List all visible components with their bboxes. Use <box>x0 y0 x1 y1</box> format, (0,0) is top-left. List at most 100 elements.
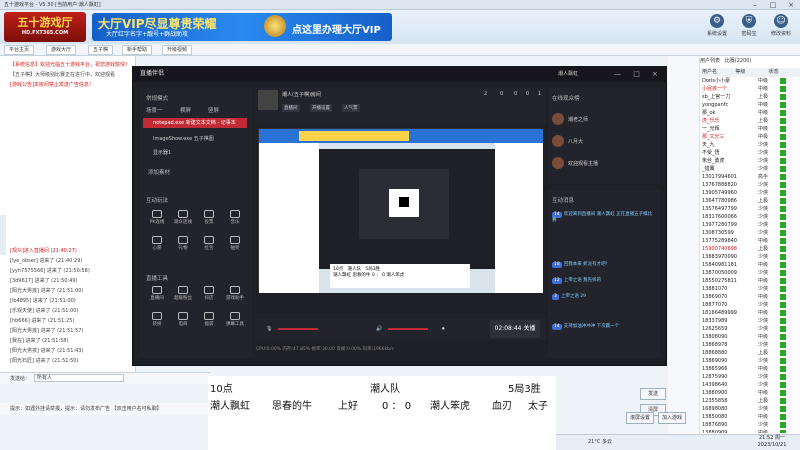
user-row[interactable]: 12625659 少侠 <box>700 325 800 333</box>
studio-tool[interactable]: 抖店 <box>198 286 220 304</box>
user-row[interactable]: 13868978 少侠 <box>700 341 800 349</box>
col-state[interactable]: 状态 <box>767 68 800 77</box>
user-row[interactable]: 13850080 中级 <box>700 413 800 421</box>
user-row[interactable]: 一_光辉 中级 <box>700 125 800 133</box>
scene-tab-portrait[interactable]: 竖屏 <box>208 106 219 114</box>
studio-window-controls[interactable]: — □ × <box>614 66 663 82</box>
col-username[interactable]: 用户名 <box>700 68 733 77</box>
user-row[interactable]: 16898080 少侠 <box>700 405 800 413</box>
room-btn[interactable]: 人气票 <box>342 104 360 112</box>
scene-name[interactable]: 场景一 <box>146 106 163 114</box>
user-row[interactable]: 13870050009 少侠 <box>700 269 800 277</box>
tab-lobby[interactable]: 游戏大厅 <box>46 45 77 55</box>
scene-tab-landscape[interactable]: 横屏 <box>180 106 191 114</box>
user-row[interactable]: 13880900 中级 <box>700 389 800 397</box>
studio-tool[interactable]: 直播间 <box>146 286 168 304</box>
audience-item[interactable]: 潮老之师 <box>552 110 656 130</box>
studio-tool[interactable]: 投票 <box>198 210 220 228</box>
user-row[interactable]: 13576497799 少侠 <box>700 205 800 213</box>
user-row[interactable]: 13905749960 少侠 <box>700 189 800 197</box>
user-row[interactable]: 13767888820 少侠 <box>700 181 800 189</box>
user-row[interactable]: 小屁孩一个 中级 <box>700 85 800 93</box>
user-row[interactable]: 朱丝_勇虎 少侠 <box>700 157 800 165</box>
studio-tool[interactable]: 福袋 <box>198 312 220 330</box>
user-row[interactable]: 13977280799 少侠 <box>700 221 800 229</box>
audience-item[interactable]: 欢迎观看主播 <box>552 154 656 174</box>
user-row[interactable]: yongpanfc 中级 <box>700 101 800 109</box>
user-row[interactable]: 13647780986 上极 <box>700 197 800 205</box>
clock[interactable]: 21:52 周一 2023/10/21 <box>744 435 800 449</box>
close-icon[interactable]: × <box>782 0 800 10</box>
user-row[interactable]: 天_九 少侠 <box>700 141 800 149</box>
user-row[interactable]: 13808090 中级 <box>700 333 800 341</box>
studio-tool[interactable]: 礼物 <box>172 236 194 254</box>
sidebar-collapse-handle[interactable] <box>0 215 6 255</box>
edit-profile-button[interactable]: ☺ 修改资料 <box>766 14 796 42</box>
studio-tool[interactable]: 装扮 <box>146 312 168 330</box>
user-row[interactable]: 18337989 少侠 <box>700 317 800 325</box>
room-btn[interactable]: 直播间 <box>282 104 300 112</box>
record-icon[interactable]: ⏺ <box>442 326 445 332</box>
user-row[interactable]: sb_上官一力 上极 <box>700 93 800 101</box>
speaker-icon[interactable]: 🔊 <box>376 326 382 332</box>
join-game-button[interactable]: 加入游戏 <box>658 412 686 424</box>
user-row[interactable]: 15840981181 中级 <box>700 261 800 269</box>
mic-icon[interactable]: 🎙 <box>266 326 272 332</box>
user-row[interactable]: Doris小小豪 中级 <box>700 77 800 85</box>
studio-tool[interactable]: 弹幕工具 <box>224 312 246 330</box>
studio-tool[interactable]: PK连线 <box>146 210 168 228</box>
tab-user-list[interactable]: 用户列表 <box>700 58 720 64</box>
studio-tool[interactable]: 抽奖 <box>224 236 246 254</box>
user-row[interactable]: 18868880 上极 <box>700 349 800 357</box>
site-logo[interactable]: 五十游戏厅 HD.FXT365.COM <box>4 12 86 42</box>
source-item[interactable]: notepad.exe 新建文本文档 - 记事本 <box>143 118 247 128</box>
add-source-button[interactable]: 添加素材 <box>148 168 170 176</box>
studio-user[interactable]: 潮人飘虹 <box>558 66 578 82</box>
user-row[interactable]: 虎_乐乐 上极 <box>700 117 800 125</box>
chat-target-select[interactable]: 所有人 <box>34 374 124 382</box>
user-row[interactable]: 13865966 中级 <box>700 365 800 373</box>
user-row[interactable]: 14398640 少侠 <box>700 381 800 389</box>
studio-tool[interactable]: 游戏助手 <box>224 286 246 304</box>
user-row[interactable]: 18876890 少侠 <box>700 421 800 429</box>
user-row[interactable]: 13775289840 中级 <box>700 237 800 245</box>
audience-item[interactable]: 八月大 <box>552 132 656 152</box>
tab-video[interactable]: 升级视频 <box>162 45 193 55</box>
user-row[interactable]: 18550275811 中级 <box>700 277 800 285</box>
tab-gomoku[interactable]: 五子棋 <box>88 45 114 55</box>
speaker-volume-slider[interactable] <box>388 328 428 330</box>
system-settings-button[interactable]: ⚙ 系统设置 <box>702 14 732 42</box>
user-row[interactable]: 13881070 少侠 <box>700 285 800 293</box>
col-level[interactable]: 等级 <box>733 68 766 77</box>
user-row[interactable]: 13869090 少侠 <box>700 357 800 365</box>
user-row[interactable]: 15900740698 上极 <box>700 245 800 253</box>
vip-ad-banner[interactable]: 大厅VIP尽显尊贵荣耀 大厅红字名字+靓号+群战助攻 点这里办理大厅VIP <box>92 13 392 41</box>
user-row[interactable]: 13880909 中级 <box>700 429 800 433</box>
live-toggle[interactable]: 02:08:44 关播 <box>490 320 540 338</box>
user-row[interactable]: 13883970090 少侠 <box>700 253 800 261</box>
user-row[interactable]: 12875990 少侠 <box>700 373 800 381</box>
tab-home[interactable]: 平台主页 <box>4 45 35 55</box>
user-row[interactable]: 那_ok 中级 <box>700 109 800 117</box>
send-button[interactable]: 发送 <box>640 388 666 400</box>
user-row[interactable]: _猎鹰 少侠 <box>700 165 800 173</box>
scroll-settings-button[interactable]: 滚屏设置 <box>626 412 654 424</box>
studio-tool[interactable]: 电商 <box>172 312 194 330</box>
source-item[interactable]: 显示器1 <box>143 148 247 158</box>
user-row[interactable]: 18317600066 少侠 <box>700 213 800 221</box>
tab-match[interactable]: 比赛(2200) <box>725 58 752 64</box>
user-row[interactable]: 18877070 少侠 <box>700 301 800 309</box>
tab-help[interactable]: 新手帮助 <box>122 45 153 55</box>
scene-mode[interactable]: 常规模式 <box>146 94 168 102</box>
user-row[interactable]: 12355858 上极 <box>700 397 800 405</box>
studio-tool[interactable]: 心愿 <box>146 236 168 254</box>
source-item[interactable]: ImageShow.exe 五子棋图 <box>143 134 247 144</box>
room-btn[interactable]: 开播设置 <box>310 104 332 112</box>
studio-tool[interactable]: 超级粉丝 <box>172 286 194 304</box>
studio-tool[interactable]: 观众连线 <box>172 210 194 228</box>
maximize-icon[interactable]: □ <box>764 0 782 10</box>
user-row[interactable]: 13869070 中级 <box>700 293 800 301</box>
minimize-icon[interactable]: – <box>746 0 764 10</box>
user-row[interactable]: 18166489999 中级 <box>700 309 800 317</box>
mic-volume-slider[interactable] <box>278 328 318 330</box>
